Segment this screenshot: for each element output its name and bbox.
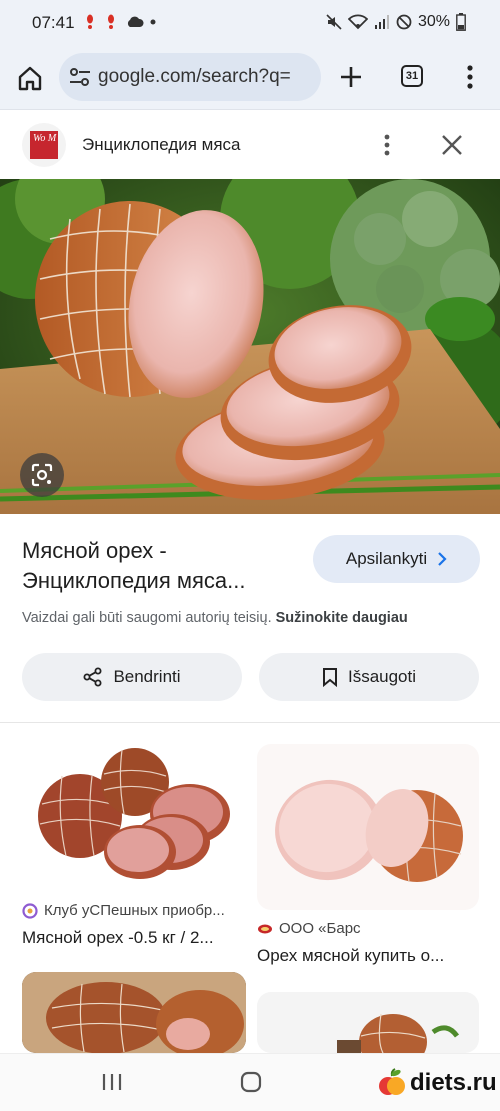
- status-right: 30%: [326, 13, 466, 31]
- address-bar[interactable]: google.com/search?q=: [59, 53, 321, 101]
- divider: [0, 722, 500, 723]
- apple-logo-icon: [379, 1068, 405, 1095]
- related-source-2[interactable]: ООО «Барс: [257, 920, 361, 937]
- site-favicon: [22, 902, 38, 919]
- related-image-3[interactable]: [22, 972, 246, 1053]
- home-icon[interactable]: [14, 62, 46, 94]
- bookmark-icon: [322, 668, 337, 687]
- site-logo[interactable]: Wo M: [22, 123, 66, 167]
- site-favicon: [258, 924, 272, 933]
- save-label: Išsaugoti: [347, 667, 417, 686]
- main-image[interactable]: [0, 179, 500, 514]
- image-panel-header: Wo M Энциклопедия мяса: [0, 111, 500, 179]
- wifi-icon: [347, 14, 368, 30]
- related-source-text: ООО «Барс: [279, 920, 361, 937]
- url-text: google.com/search?q=: [98, 66, 291, 87]
- status-time: 07:41: [32, 13, 75, 32]
- cloud-icon: [127, 16, 144, 27]
- do-not-disturb-icon: [396, 14, 412, 30]
- recent-apps-icon[interactable]: [101, 1072, 123, 1092]
- ham-photo: [0, 179, 500, 514]
- related-image-1[interactable]: [22, 744, 246, 892]
- copyright-notice: Vaizdai gali būti saugomi autorių teisių…: [22, 610, 408, 626]
- watermark: diets.ru: [378, 1068, 497, 1098]
- tab-switcher-button[interactable]: 31: [401, 65, 423, 87]
- battery-icon: [456, 13, 466, 31]
- browser-toolbar: google.com/search?q= 31: [0, 48, 500, 110]
- more-vert-icon[interactable]: [462, 63, 478, 91]
- home-nav-icon[interactable]: [240, 1071, 262, 1093]
- footprints-icon: [108, 14, 114, 29]
- copyright-text: Vaizdai gali būti saugomi autorių teisių…: [22, 610, 272, 626]
- share-label: Bendrinti: [113, 667, 181, 686]
- site-settings-icon[interactable]: [69, 67, 91, 87]
- close-icon[interactable]: [440, 133, 464, 157]
- meat-photo: [337, 1013, 460, 1053]
- watermark-text: diets.ru: [410, 1069, 497, 1096]
- new-tab-icon[interactable]: [337, 63, 365, 91]
- meat-photo: [38, 748, 230, 879]
- lens-icon: [31, 463, 53, 487]
- dot-icon: [150, 19, 156, 25]
- visit-button-label: Apsilankyti: [345, 549, 428, 568]
- learn-more-link[interactable]: Sužinokite daugiau: [276, 610, 408, 626]
- visit-button[interactable]: Apsilankyti: [313, 535, 480, 583]
- notification-icons: [86, 14, 156, 30]
- related-source-text: Клуб уСПешных приобр...: [44, 902, 225, 919]
- related-image-2[interactable]: [257, 744, 479, 910]
- meat-photo: [275, 779, 463, 883]
- more-vert-icon[interactable]: [377, 133, 397, 157]
- save-button[interactable]: Išsaugoti: [259, 653, 479, 701]
- status-bar: 07:41 30%: [0, 0, 500, 48]
- footprints-icon: [87, 14, 93, 29]
- share-icon: [83, 667, 102, 687]
- result-title[interactable]: Мясной орех - Энциклопедия мяса...: [22, 536, 292, 596]
- site-logo-mark: Wo M: [30, 131, 58, 159]
- signal-icon: [374, 15, 389, 29]
- chevron-right-icon: [438, 552, 447, 566]
- meat-photo: [22, 972, 246, 1053]
- related-source-1[interactable]: Клуб уСПешных приобр...: [22, 902, 225, 919]
- mute-icon: [326, 14, 342, 30]
- lens-search-button[interactable]: [20, 453, 64, 497]
- share-button[interactable]: Bendrinti: [22, 653, 242, 701]
- related-title-2[interactable]: Орех мясной купить о...: [257, 946, 479, 966]
- related-image-4[interactable]: [257, 992, 479, 1053]
- battery-percent: 30%: [417, 13, 450, 30]
- site-name[interactable]: Энциклопедия мяса: [82, 135, 241, 155]
- related-title-1[interactable]: Мясной орех -0.5 кг / 2...: [22, 928, 246, 948]
